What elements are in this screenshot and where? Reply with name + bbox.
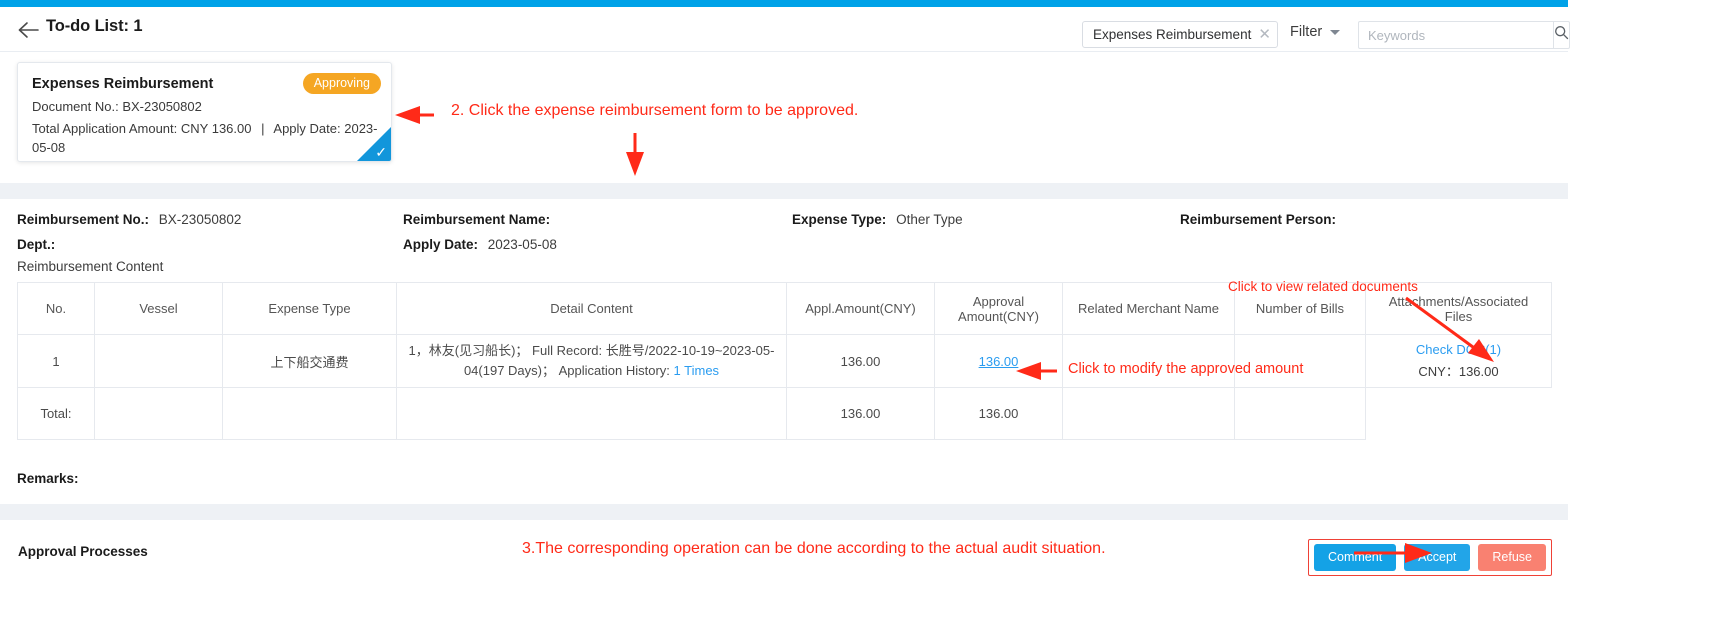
field-dept-label: Dept. [17,237,51,252]
close-icon[interactable]: ✕ [1258,27,1271,42]
field-expense-type-label: Expense Type [792,212,882,227]
card-total-value: CNY 136.00 [180,121,252,136]
col-vessel: Vessel [94,282,223,335]
col-attachments: Attachments/Associated Files [1365,282,1552,335]
refuse-button[interactable]: Refuse [1478,544,1546,571]
approval-processes-label: Approval Processes [18,544,148,559]
field-reimbursement-person-label: Reimbursement Person [1180,212,1332,227]
approval-actions: Comment Accept Refuse [1307,539,1552,576]
top-accent-bar [0,0,1568,7]
approval-footer: Approval Processes Comment Accept Refuse [0,520,1568,638]
screenshot-root: To-do List: 1 Expenses Reimbursement ✕ F… [0,0,1710,638]
chevron-down-icon[interactable] [1330,30,1340,35]
page-title: To-do List: 1 [46,17,143,35]
field-reimbursement-name-label: Reimbursement Name [403,212,546,227]
filter-chip-expenses-reimbursement[interactable]: Expenses Reimbursement ✕ [1082,21,1278,48]
cell-total-detail [396,387,787,440]
cell-related-merchant [1062,334,1235,388]
status-badge: Approving [302,73,381,94]
card-document-no-label: Document No.: [32,99,119,114]
field-reimbursement-no: Reimbursement No.: BX-23050802 [17,212,242,227]
card-document-no: Document No.: BX-23050802 [32,99,202,114]
filter-chip-label: Expenses Reimbursement [1093,27,1252,42]
col-expense-type: Expense Type [222,282,397,335]
field-apply-date-value: 2023-05-08 [487,237,557,252]
field-apply-date-label: Apply Date [403,237,474,252]
app-window: To-do List: 1 Expenses Reimbursement ✕ F… [0,0,1570,638]
reimbursement-detail-panel: Reimbursement No.: BX-23050802 Dept.: Re… [0,199,1568,504]
cell-total-appl-amount: 136.00 [786,387,935,440]
cell-total-attachments [1365,387,1552,440]
cell-detail-content: 1，林友(见习船长)； Full Record: 长胜号/2022-10-19~… [396,334,787,388]
card-divider: | [261,121,265,136]
col-number-of-bills: Number of Bills [1234,282,1366,335]
col-no: No. [17,282,95,335]
card-title: Expenses Reimbursement [32,76,214,92]
section-divider-top [0,183,1568,199]
remarks-label: Remarks: [17,471,79,486]
todo-card-expenses-reimbursement[interactable]: Expenses Reimbursement Approving Documen… [17,62,392,162]
field-reimbursement-name: Reimbursement Name: [403,212,551,227]
card-amount-date: Total Application Amount: CNY 136.00 | A… [32,119,382,157]
search-input[interactable] [1358,21,1553,49]
cell-no: 1 [17,334,95,388]
filter-dropdown[interactable]: Filter [1290,24,1322,40]
cell-total-label: Total: [17,387,95,440]
attachment-amount: CNY：136.00 [1418,364,1499,379]
table-row: 1 上下船交通费 1，林友(见习船长)； Full Record: 长胜号/20… [17,334,1552,388]
accept-button[interactable]: Accept [1404,544,1471,571]
col-detail-content: Detail Content [396,282,787,335]
field-reimbursement-person: Reimbursement Person: [1180,212,1337,227]
detail-history-label: Application History: [558,363,670,378]
search-button[interactable] [1553,21,1570,49]
cell-number-of-bills [1234,334,1366,388]
check-icon: ✓ [375,144,387,160]
cell-total-merchant [1062,387,1235,440]
field-reimbursement-no-value: BX-23050802 [158,212,242,227]
col-approval-amount: Approval Amount(CNY) [934,282,1063,335]
comment-button[interactable]: Comment [1313,544,1397,571]
section-divider-bottom [0,504,1568,520]
cell-attachments: Check DOC(1) CNY：136.00 [1365,334,1552,388]
detail-record-label: Full Record: [532,343,603,358]
cell-expense-type: 上下船交通费 [222,334,397,388]
reimbursement-content-table: No. Vessel Expense Type Detail Content A… [17,282,1552,440]
cell-total-approval-amount: 136.00 [934,387,1063,440]
table-header-row: No. Vessel Expense Type Detail Content A… [17,282,1552,335]
card-total-label: Total Application Amount: [32,121,178,136]
detail-person: 林友(见习船长)； [428,343,529,358]
field-expense-type: Expense Type: Other Type [792,212,963,227]
reimbursement-content-label: Reimbursement Content [17,259,164,274]
application-history-link[interactable]: 1 Times [674,363,720,378]
back-arrow-icon[interactable] [16,19,40,41]
cell-total-expense-type [222,387,397,440]
col-appl-amount: Appl.Amount(CNY) [786,282,935,335]
search-box [1358,21,1570,49]
field-expense-type-value: Other Type [896,212,963,227]
cell-vessel [94,334,223,388]
cell-total-bills [1234,387,1366,440]
field-dept: Dept.: [17,237,56,252]
page-header: To-do List: 1 Expenses Reimbursement ✕ F… [0,7,1570,52]
check-doc-link[interactable]: Check DOC(1) [1374,342,1543,357]
col-related-merchant: Related Merchant Name [1062,282,1235,335]
field-apply-date: Apply Date: 2023-05-08 [403,237,557,252]
cell-appl-amount: 136.00 [786,334,935,388]
field-reimbursement-no-label: Reimbursement No. [17,212,145,227]
card-apply-date-label: Apply Date: [273,121,341,136]
cell-approval-amount: 136.00 [934,334,1063,388]
search-icon [1554,25,1569,45]
cell-total-vessel [94,387,223,440]
approval-amount-link[interactable]: 136.00 [979,354,1019,369]
card-document-no-value: BX-23050802 [122,99,202,114]
detail-prefix: 1， [408,343,429,358]
table-total-row: Total: 136.00 136.00 [17,387,1552,440]
